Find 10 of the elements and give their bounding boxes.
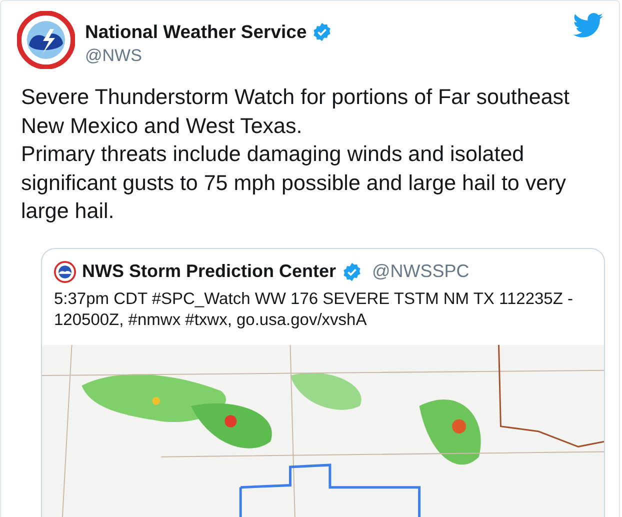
- author-handle[interactable]: @NWSSPC: [372, 261, 470, 282]
- author-name[interactable]: NWS Storm Prediction Center: [82, 261, 336, 282]
- avatar[interactable]: [17, 11, 75, 69]
- avatar[interactable]: [54, 260, 76, 282]
- tweet-text: Primary threats include damaging winds and isolated significant gusts to 75 mph possible and large hail to very large hail.: [21, 141, 567, 225]
- bird-icon[interactable]: [573, 13, 603, 38]
- author-handle[interactable]: @NWS: [85, 46, 332, 66]
- tweet-text: Severe Thunderstorm Watch for portions of Far southeast New Mexico and West Texas.: [21, 84, 571, 140]
- tweet-text: 5:37pm CDT #SPC_Watch WW 176 SEVERE TSTM NM TX 112235Z - 120500Z, #nmwx #txwx, go.usa.gov/xvshA: [53, 288, 574, 330]
- author-name[interactable]: National Weather Service: [85, 21, 307, 43]
